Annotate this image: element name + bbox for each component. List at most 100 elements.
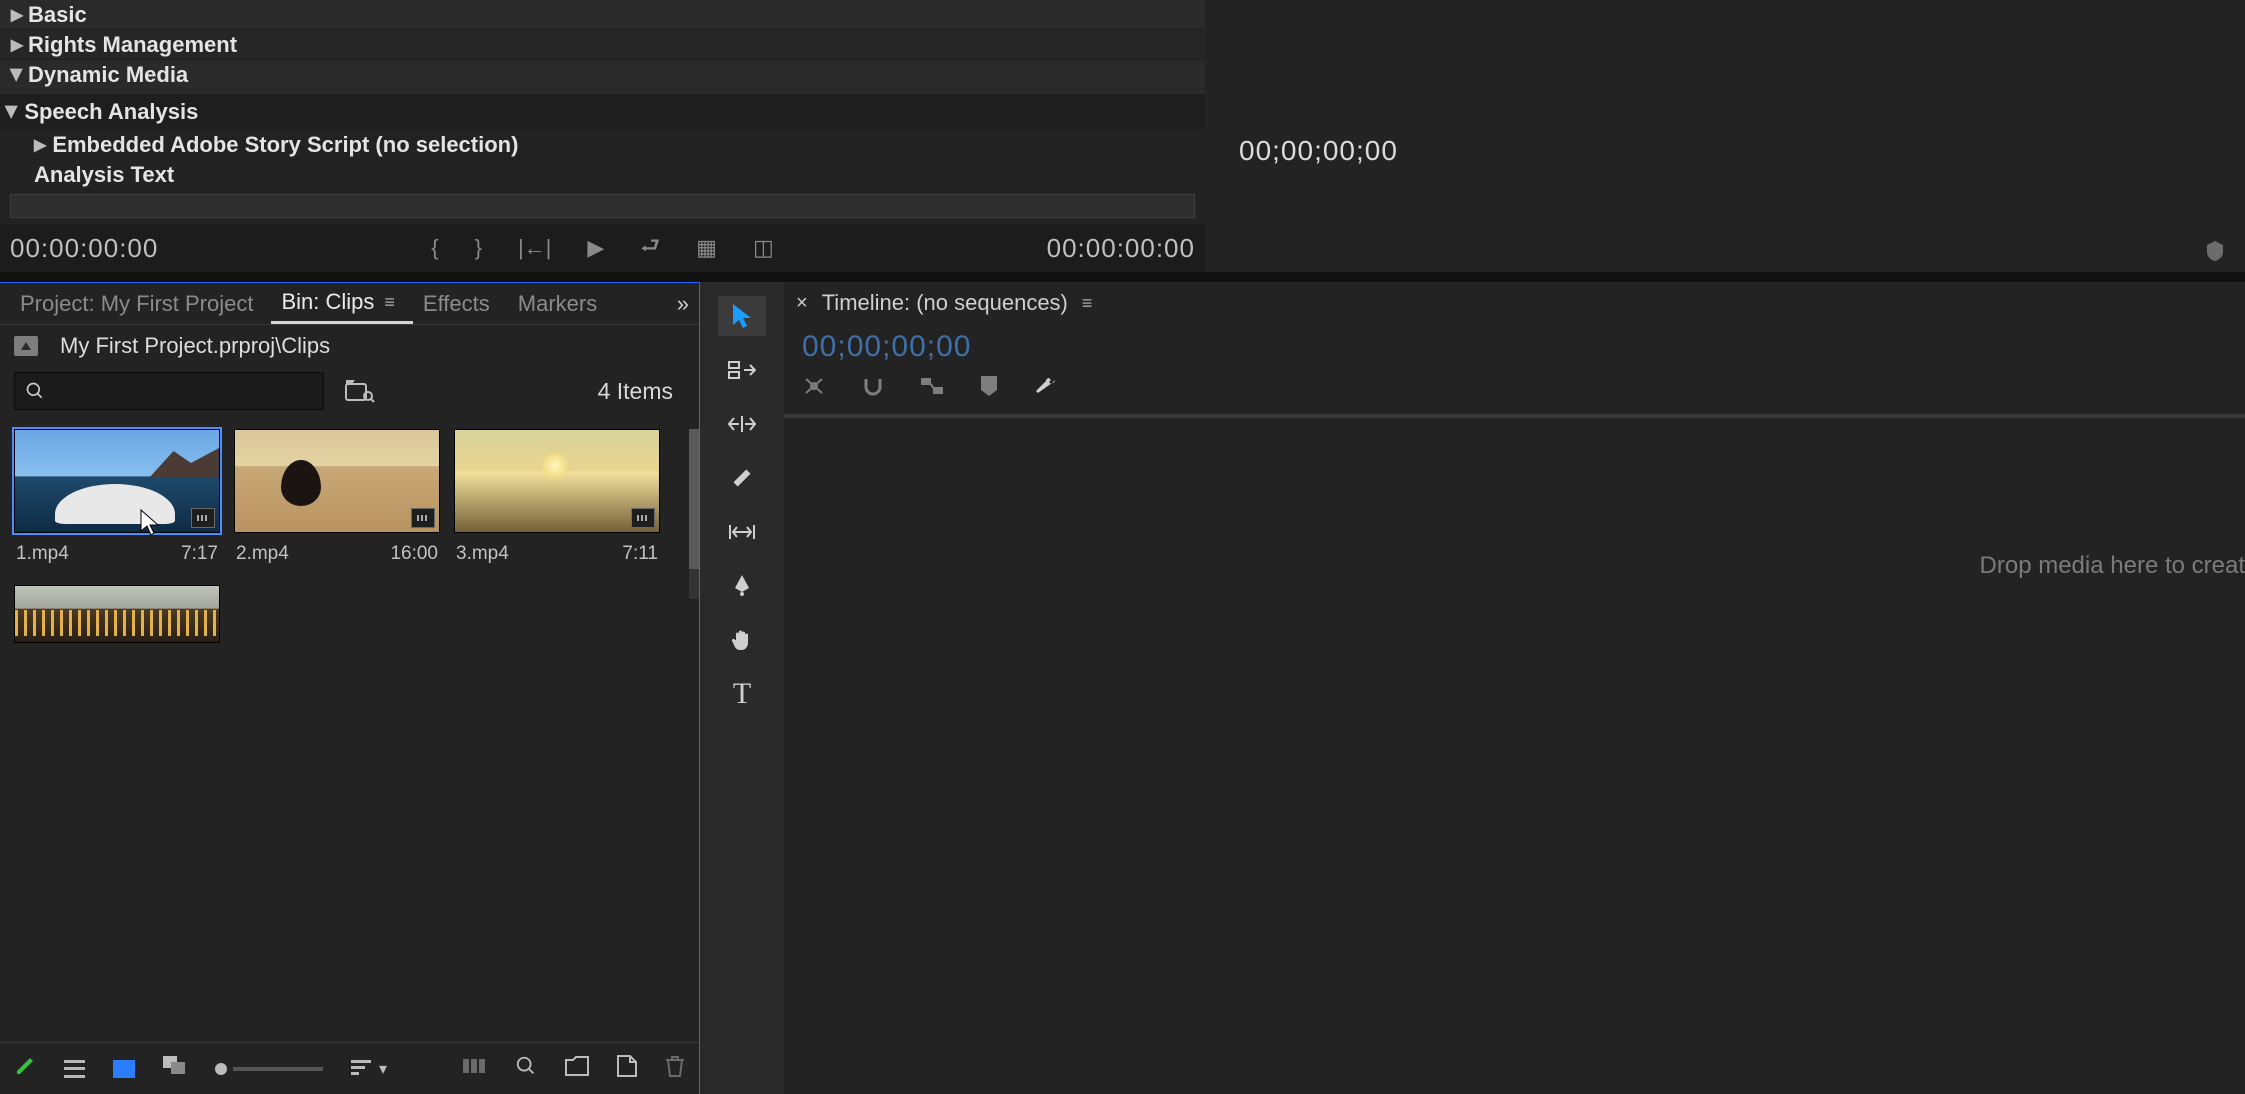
sort-button[interactable]: ▾	[351, 1059, 387, 1079]
search-input[interactable]	[14, 372, 324, 410]
tab-bin-clips[interactable]: Bin: Clips ≡	[271, 283, 412, 324]
linked-selection-button[interactable]	[920, 376, 944, 402]
speech-analysis-label: Speech Analysis	[24, 99, 198, 125]
metadata-dynamic-row[interactable]: ▶ Dynamic Media	[0, 60, 1205, 90]
analysis-text-label: Analysis Text	[34, 162, 174, 188]
tab-effects-label: Effects	[423, 291, 490, 317]
clips-grid: 1.mp4 7:17 2.mp4 16:00	[0, 415, 699, 1042]
go-to-in-button[interactable]: |←|	[518, 235, 551, 261]
hand-tool[interactable]	[718, 620, 766, 660]
freeform-view-button[interactable]	[163, 1056, 187, 1081]
insert-button[interactable]: ⮐	[640, 229, 660, 267]
automate-to-sequence-button[interactable]	[463, 1056, 487, 1081]
play-button[interactable]: ▶	[587, 235, 604, 261]
metadata-basic-row[interactable]: ▶ Basic	[0, 0, 1205, 30]
thumbnail-scenery	[15, 610, 219, 636]
analysis-text-field[interactable]	[10, 194, 1195, 218]
find-button[interactable]	[515, 1055, 537, 1082]
ripple-edit-tool[interactable]	[718, 404, 766, 444]
panel-menu-icon[interactable]: ≡	[384, 292, 395, 313]
mark-out-button[interactable]: }	[475, 235, 482, 261]
video-badge-icon	[411, 508, 435, 528]
timeline-close-button[interactable]: ×	[796, 292, 808, 315]
slider-track	[233, 1067, 323, 1071]
thumbnail-size-slider[interactable]	[215, 1063, 323, 1075]
selection-tool[interactable]	[718, 296, 766, 336]
overflow-chevrons-icon[interactable]: »	[677, 291, 689, 317]
tab-effects[interactable]: Effects	[413, 285, 508, 323]
insert-as-nest-button[interactable]	[802, 375, 826, 403]
timeline-timecode[interactable]: 00;00;00;00	[784, 324, 2245, 374]
slider-knob[interactable]	[215, 1063, 227, 1075]
source-timecode-right[interactable]: 00:00:00:00	[1047, 233, 1195, 264]
overwrite-button[interactable]: ▦	[696, 235, 717, 261]
clip-item-1[interactable]: 1.mp4 7:17	[14, 429, 220, 565]
clip-item-4[interactable]	[14, 585, 220, 643]
tab-project[interactable]: Project: My First Project	[10, 285, 271, 323]
project-breadcrumb: My First Project.prproj\Clips	[0, 325, 699, 367]
safe-margins-icon[interactable]	[2205, 240, 2225, 267]
clip-duration-3: 7:11	[622, 543, 658, 565]
program-timecode[interactable]: 00;00;00;00	[1205, 135, 2245, 167]
app-root: ▶ Basic ▶ Rights Management ▶ Dynamic Me…	[0, 0, 2245, 1094]
export-frame-button[interactable]: ◫	[753, 235, 774, 261]
chevron-down-icon: ▶	[7, 64, 27, 86]
chevron-right-icon: ▶	[6, 5, 28, 25]
panel-divider[interactable]	[0, 272, 2245, 282]
pen-tool[interactable]	[718, 566, 766, 606]
timeline-panel: × Timeline: (no sequences) ≡ 00;00;00;00	[784, 282, 2245, 1094]
clip-name-3: 3.mp4	[456, 543, 509, 565]
pencil-icon[interactable]	[14, 1055, 36, 1082]
clip-item-3[interactable]: 3.mp4 7:11	[454, 429, 660, 565]
type-tool[interactable]: T	[718, 674, 766, 714]
tab-project-label: Project: My First Project	[20, 291, 253, 317]
new-item-button[interactable]	[617, 1055, 637, 1082]
timeline-settings-button[interactable]	[1034, 374, 1058, 404]
list-view-button[interactable]	[64, 1060, 85, 1078]
delete-button[interactable]	[665, 1055, 685, 1082]
thumbnail-scenery	[281, 460, 321, 506]
search-field[interactable]	[53, 381, 313, 402]
source-transport: 00:00:00:00 { } |←| ▶ ⮐ ▦ ◫ 00:00:00:00	[0, 224, 1205, 272]
embedded-story-row[interactable]: ▶ Embedded Adobe Story Script (no select…	[0, 130, 1205, 160]
search-icon	[25, 381, 45, 401]
timeline-drop-hint: Drop media here to creat	[1980, 552, 2245, 580]
metadata-rights-row[interactable]: ▶ Rights Management	[0, 30, 1205, 60]
razor-tool[interactable]	[718, 458, 766, 498]
timeline-header: × Timeline: (no sequences) ≡	[784, 282, 2245, 324]
metadata-panel: ▶ Basic ▶ Rights Management ▶ Dynamic Me…	[0, 0, 1205, 94]
panel-menu-icon[interactable]: ≡	[1082, 293, 1093, 314]
chevron-right-icon: ▶	[6, 35, 28, 55]
slip-tool[interactable]	[718, 512, 766, 552]
project-toolbar: ▾	[0, 1042, 699, 1094]
speech-analysis-row[interactable]: ▶ Speech Analysis	[0, 94, 1205, 130]
clip-thumbnail-2[interactable]	[234, 429, 440, 533]
scrollbar-vertical[interactable]	[689, 429, 699, 599]
source-timecode-left[interactable]: 00:00:00:00	[10, 233, 158, 264]
tab-bin-label: Bin: Clips	[281, 289, 374, 315]
clip-item-2[interactable]: 2.mp4 16:00	[234, 429, 440, 565]
tab-markers-label: Markers	[518, 291, 597, 317]
icon-view-button[interactable]	[113, 1060, 134, 1078]
trash-icon	[665, 1055, 685, 1077]
new-item-icon	[617, 1055, 637, 1077]
thumbnail-scenery	[541, 452, 569, 480]
clip-name-1: 1.mp4	[16, 543, 69, 565]
scrollbar-thumb[interactable]	[689, 429, 699, 569]
add-marker-button[interactable]	[980, 375, 998, 403]
folder-up-button[interactable]	[14, 336, 38, 356]
snap-button[interactable]	[862, 375, 884, 403]
clip-thumbnail-1[interactable]	[14, 429, 220, 533]
clip-thumbnail-4[interactable]	[14, 585, 220, 643]
tab-markers[interactable]: Markers	[508, 285, 615, 323]
chevron-down-icon: ▾	[379, 1059, 387, 1079]
type-tool-icon: T	[733, 677, 751, 711]
track-select-tool[interactable]	[718, 350, 766, 390]
mark-in-button[interactable]: {	[431, 235, 438, 261]
transport-controls: { } |←| ▶ ⮐ ▦ ◫	[431, 229, 773, 267]
new-search-bin-button[interactable]	[342, 375, 378, 407]
new-bin-button[interactable]	[565, 1056, 589, 1081]
metadata-basic-label: Basic	[28, 2, 87, 28]
clip-thumbnail-3[interactable]	[454, 429, 660, 533]
thumbnail-scenery	[149, 448, 219, 478]
